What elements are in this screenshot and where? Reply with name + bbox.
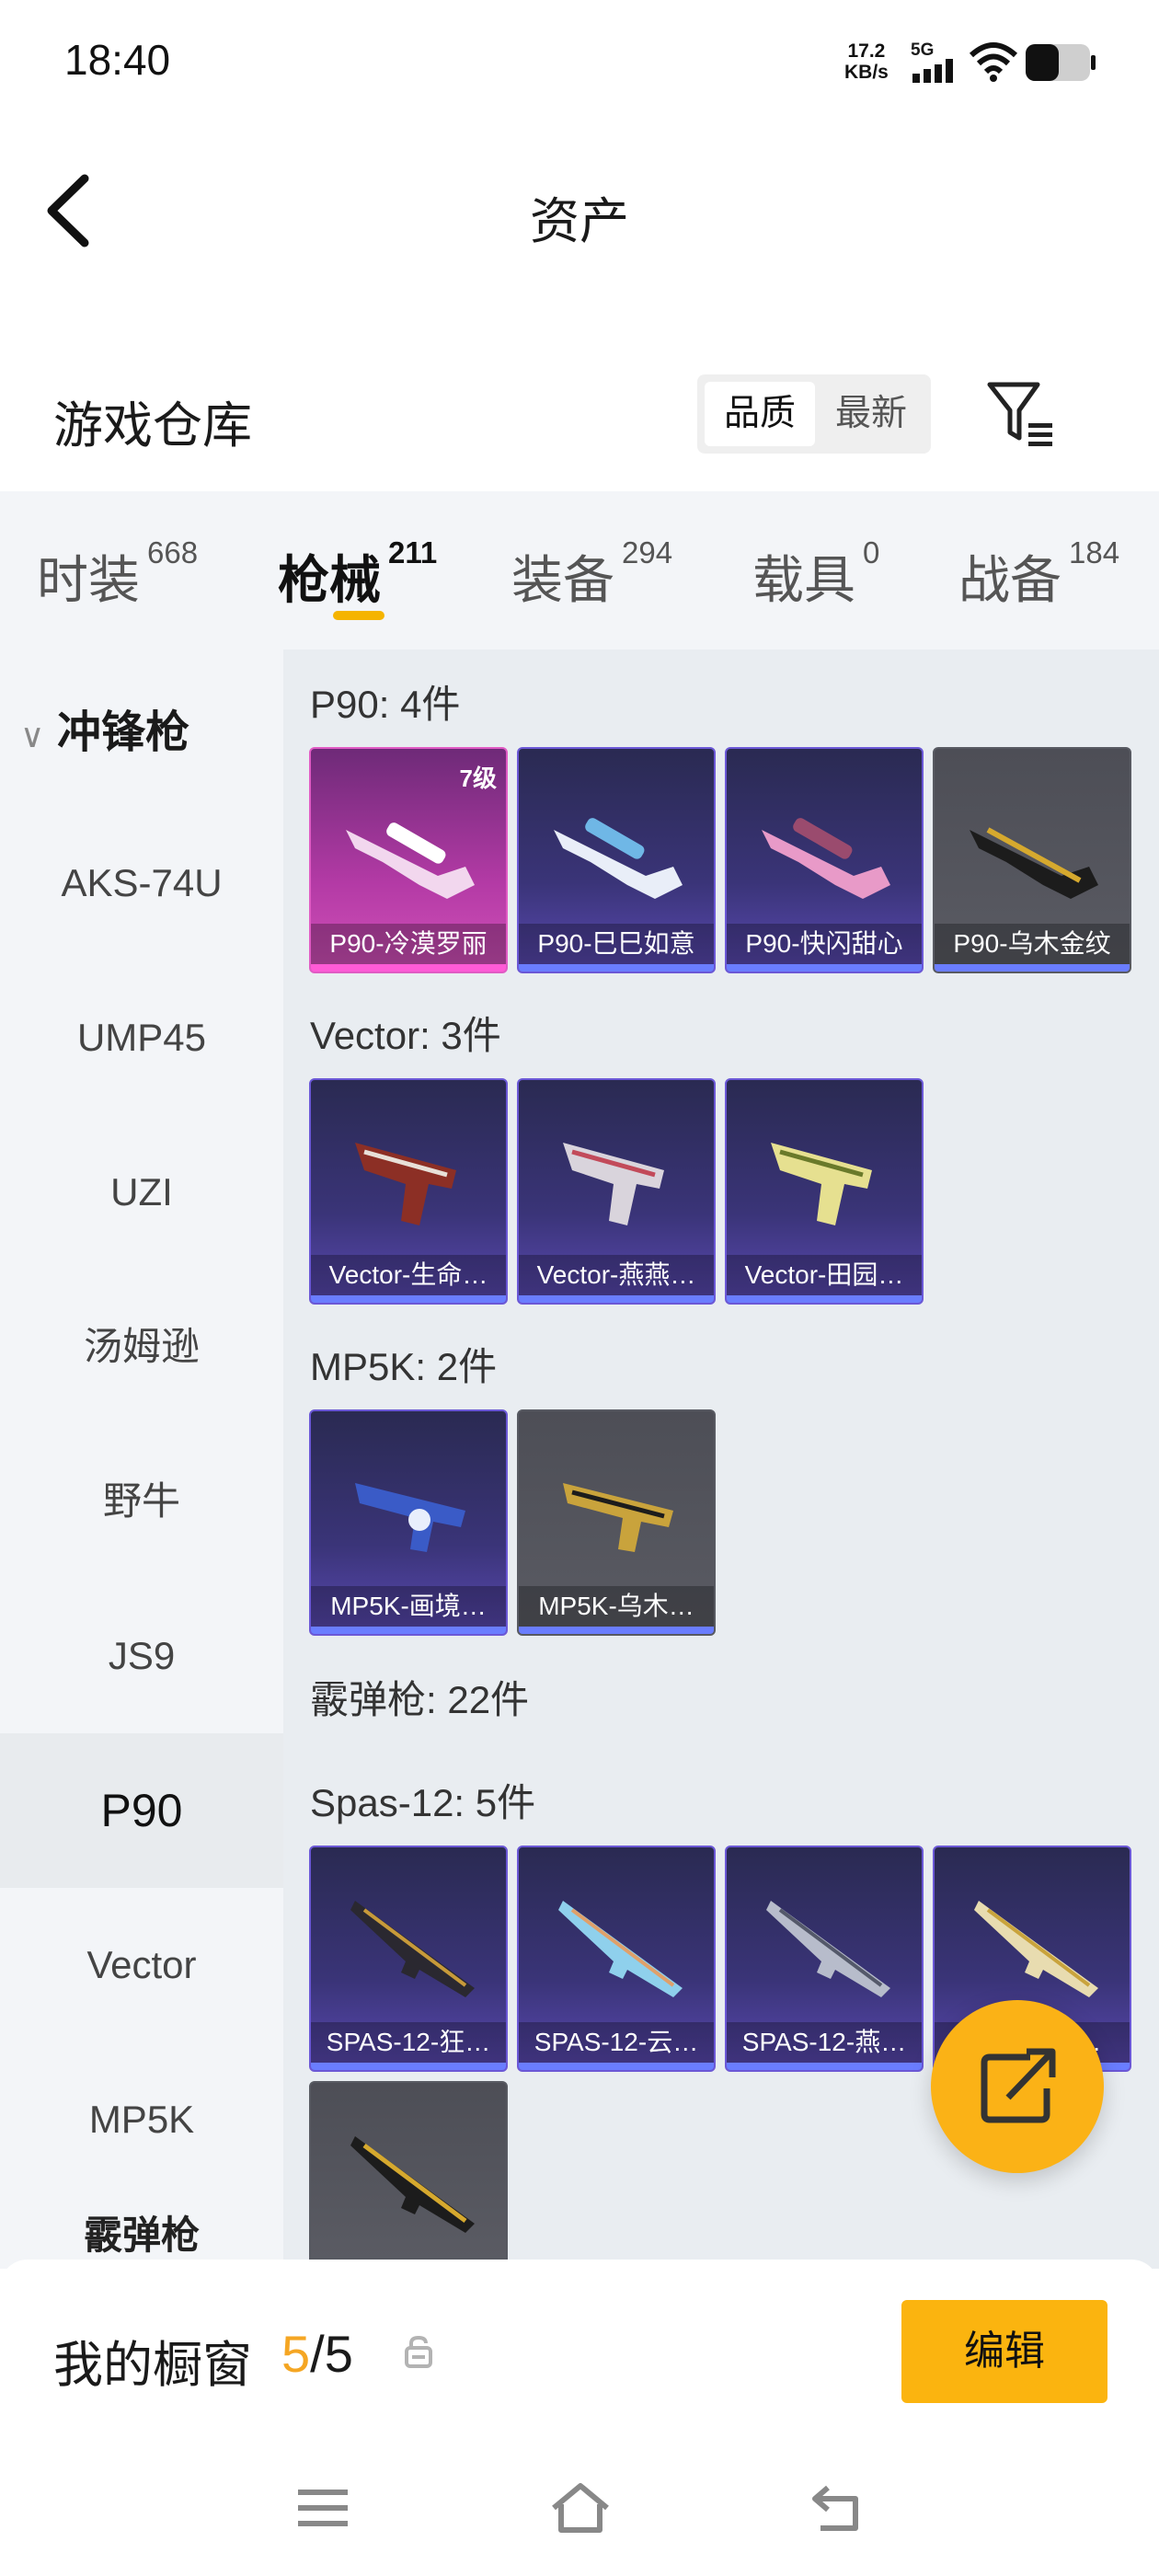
sidebar-item-thompson[interactable]: 汤姆逊 [0,1270,283,1424]
p90-gun-icon [346,822,475,899]
sidebar-item-vector[interactable]: Vector [0,1888,283,2042]
sort-toggle[interactable]: 品质 最新 [697,374,931,454]
tab-vehicles[interactable]: 载具 0 [752,535,879,614]
group-title-spas12: Spas-12: 5件 [310,1781,536,1824]
item-card[interactable]: MP5K-画境… [309,1409,508,1636]
item-card[interactable]: SPAS-12-狂… [309,1846,508,2072]
shotgun-icon [350,2136,475,2233]
sidebar-heading-smg[interactable]: ∨ 冲锋枪 [20,696,189,760]
item-card[interactable]: 7级 P90-冷漠罗丽 [309,747,508,973]
sidebar-item-p90[interactable]: P90 [0,1733,283,1888]
item-card[interactable] [309,2081,508,2260]
sidebar-item-js9[interactable]: JS9 [0,1579,283,1733]
item-card[interactable]: SPAS-12-云… [517,1846,716,2072]
sort-option-latest[interactable]: 最新 [819,382,924,446]
battery-icon [1026,44,1096,81]
vector-gun-icon [563,1143,664,1225]
page-title: 资产 [530,194,629,249]
group-title-shotgun: 霰弹枪: 22件 [310,1678,530,1721]
p90-gun-icon [762,818,890,899]
group-title-mp5k: MP5K: 2件 [310,1345,498,1388]
item-card[interactable]: P90-快闪甜心 [725,747,924,973]
tab-firearms[interactable]: 枪械 211 [278,535,437,614]
sidebar-item-ump45[interactable]: UMP45 [0,960,283,1115]
showcase-count: 5/5 [281,2325,353,2383]
p90-gun-icon [970,827,1098,899]
share-icon [981,2048,1056,2123]
mp5k-gun-icon [355,1483,465,1552]
group-title-vector: Vector: 3件 [310,1014,501,1057]
sidebar-item-bison[interactable]: 野牛 [0,1424,283,1579]
item-card[interactable]: Vector-田园… [725,1078,924,1305]
item-card[interactable]: Vector-燕燕… [517,1078,716,1305]
item-card[interactable]: P90-乌木金纹 [933,747,1131,973]
item-card[interactable]: Vector-生命… [309,1078,508,1305]
shotgun-icon [766,1901,890,1997]
sidebar-item-uzi[interactable]: UZI [0,1115,283,1270]
shotgun-icon [974,1901,1098,1997]
sort-option-quality[interactable]: 品质 [705,382,815,446]
filter-icon[interactable] [984,377,1058,451]
network-speed: 17.2 KB/s [844,40,889,83]
status-time: 18:40 [64,36,171,84]
back-nav-icon[interactable] [804,2480,868,2536]
wifi-icon [969,42,1018,82]
group-title-p90: P90: 4件 [310,683,461,726]
tab-supplies[interactable]: 战备 184 [958,535,1119,614]
vector-gun-icon [355,1143,456,1225]
shotgun-icon [558,1901,683,1997]
item-card[interactable]: P90-巳巳如意 [517,747,716,973]
home-icon[interactable] [548,2480,613,2536]
showcase-label: 我的橱窗 [53,2338,252,2393]
item-card[interactable]: SPAS-12-燕… [725,1846,924,2072]
lock-icon [405,2335,432,2368]
tab-equipment[interactable]: 装备 294 [511,535,672,614]
sidebar-item-aks74u[interactable]: AKS-74U [0,806,283,960]
item-card[interactable]: MP5K-乌木… [517,1409,716,1636]
share-fab[interactable] [931,2000,1104,2173]
tab-outfits[interactable]: 时装 668 [37,535,198,614]
menu-icon[interactable] [291,2480,355,2536]
signal-icon [912,59,953,83]
sidebar-heading-shotgun[interactable]: 霰弹枪 [0,2208,283,2263]
chevron-down-icon: ∨ [20,717,45,754]
section-title: 游戏仓库 [53,398,252,454]
network-type-label: 5G [911,40,935,60]
p90-gun-icon [554,818,683,899]
sidebar-item-mp5k[interactable]: MP5K [0,2042,283,2197]
edit-button[interactable]: 编辑 [901,2300,1107,2403]
vector-gun-icon [771,1143,872,1225]
mp5k-gun-icon [563,1483,673,1552]
shotgun-icon [350,1901,475,1997]
tab-active-indicator [333,611,384,620]
